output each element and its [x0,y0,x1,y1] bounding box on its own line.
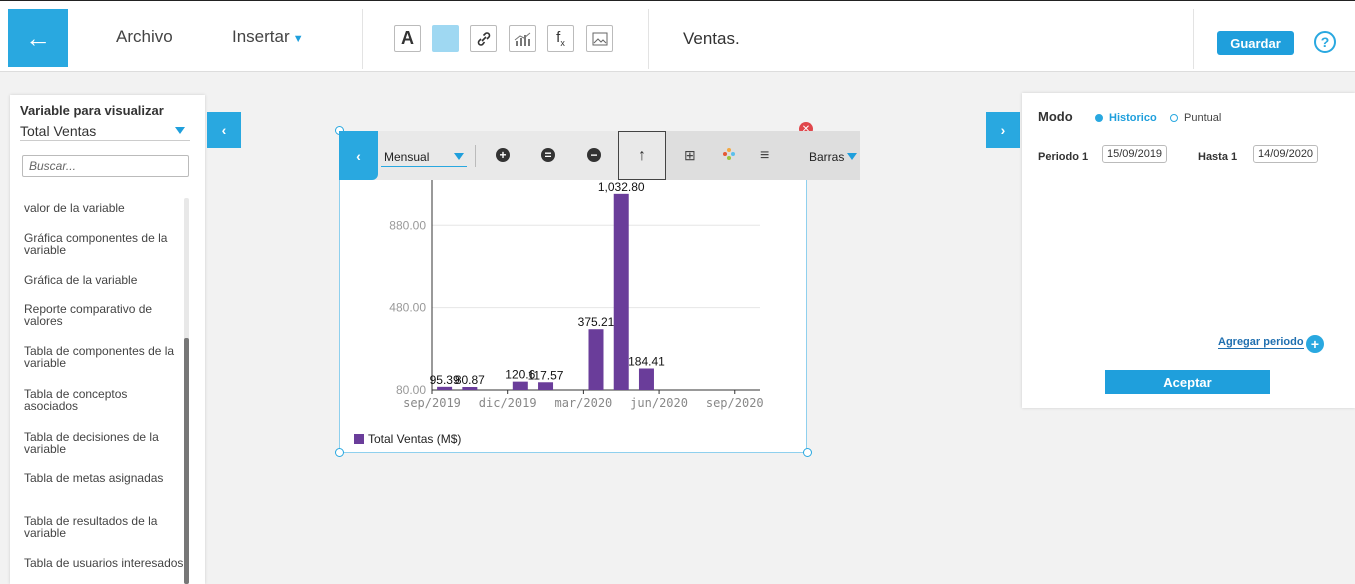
bar [638,368,654,390]
chart-tool-button[interactable] [509,25,536,52]
text-tool-button[interactable]: A [394,25,421,52]
panel-title: Variable para visualizar [20,103,164,118]
period-start-input[interactable]: 15/09/2019 [1102,145,1168,163]
divider [362,9,363,69]
list-item[interactable]: Tabla de metas asignadas [24,472,184,484]
chart-legend: Total Ventas (M$) [354,432,461,446]
list-item[interactable]: Tabla de conceptos asociados [24,388,184,412]
chevron-left-icon: ‹ [356,147,361,164]
image-icon [592,32,607,45]
caret-down-icon [847,153,857,160]
data-label: 375.21 [578,315,615,329]
radio-empty-icon [1170,114,1178,122]
plus-icon[interactable]: + [1306,335,1324,353]
y-tick-label: 80.00 [396,383,426,397]
period-select[interactable]: Mensual [384,150,464,164]
divider [648,9,649,69]
list-item[interactable]: Reporte comparativo de valores [24,303,184,327]
fx-icon: fx [556,29,565,48]
back-button[interactable]: ← [8,9,68,67]
caret-down-icon [454,153,464,160]
x-tick-label: sep/2020 [706,396,764,410]
legend-swatch [354,434,364,444]
menu-insertar[interactable]: Insertar ▼ [232,27,304,47]
y-tick-label: 480.00 [389,301,426,315]
bar-chart: 80.00480.00880.0095.3980.87 120.6117.5737… [389,180,764,410]
x-tick-label: jun/2020 [630,396,688,410]
resize-handle[interactable] [335,448,344,457]
to-label: Hasta 1 [1198,151,1238,163]
zoom-in-icon[interactable]: + [496,148,510,162]
link-icon [477,31,490,46]
menu-archivo[interactable]: Archivo [116,27,173,47]
bar [588,329,604,390]
legend-label: Total Ventas (M$) [368,432,462,446]
image-tool-button[interactable] [586,25,613,52]
list-item[interactable]: valor de la variable [24,202,184,214]
zoom-reset-icon[interactable]: = [541,148,555,162]
document-title: Ventas. [683,29,740,48]
bar [512,381,528,390]
x-tick-label: sep/2019 [403,396,461,410]
chevron-left-icon: ‹ [221,122,227,138]
period-label: Periodo 1 [1038,151,1089,163]
formula-tool-button[interactable]: fx [547,25,574,52]
color-tool-button[interactable] [432,25,459,52]
caret-down-icon: ▼ [289,33,304,45]
settings-panel: Modo Historico Puntual Periodo 1 15/09/2… [1022,93,1355,408]
palette-icon[interactable] [722,147,736,164]
data-label: 1,032.80 [598,180,645,194]
link-tool-button[interactable] [470,25,497,52]
list-item[interactable]: Tabla de usuarios interesados [24,557,184,569]
bar [538,382,554,390]
scrollbar-thumb[interactable] [184,338,189,584]
chart-type-select[interactable]: Barras [809,150,857,164]
arrow-up-icon: ↑ [638,146,646,164]
caret-down-icon [175,127,185,134]
divider [1193,9,1194,69]
divider [381,166,467,167]
top-bar: ← Archivo Insertar ▼ A fx Ventas. Guarda… [0,0,1355,72]
radio-puntual[interactable]: Puntual [1170,112,1221,124]
add-table-icon[interactable]: ⊞ [684,147,696,164]
list-item[interactable]: Tabla de componentes de la variable [24,345,184,369]
resize-handle[interactable] [803,448,812,457]
data-label: 117.57 [528,368,564,382]
collapse-left-button[interactable]: ‹ [207,112,241,148]
variable-select[interactable]: Total Ventas [20,123,190,141]
mode-label: Modo [1038,109,1073,124]
radio-historico[interactable]: Historico [1095,112,1157,124]
radio-selected-icon [1095,114,1103,122]
collapse-right-button[interactable]: › [986,112,1020,148]
period-end-input[interactable]: 14/09/2020 [1253,145,1319,163]
help-icon[interactable]: ? [1314,31,1336,53]
data-label: 80.87 [455,373,485,387]
x-tick-label: dic/2019 [479,396,537,410]
bar [613,193,629,390]
divider [475,145,476,167]
list-item[interactable]: Tabla de resultados de la variable [24,515,184,539]
list-item[interactable]: Tabla de decisiones de la variable [24,431,184,455]
accept-button[interactable]: Aceptar [1105,370,1270,394]
menu-icon[interactable]: ≡ [760,147,769,165]
x-tick-label: mar/2020 [554,396,612,410]
chart-icon [514,32,530,46]
bar [437,386,453,390]
zoom-out-icon[interactable]: − [587,148,601,162]
search-input[interactable]: Buscar... [22,155,189,177]
data-label: 184.41 [628,355,665,369]
add-period-link[interactable]: Agregar periodo [1218,336,1304,349]
variable-panel: Variable para visualizar Total Ventas Bu… [10,95,205,584]
arrow-left-icon: ← [25,22,51,53]
widget-toolbar: ‹ Mensual + = − ↑ ⊞ ≡ Barras [339,131,860,180]
list-item[interactable]: Gráfica de la variable [24,274,184,286]
save-button[interactable]: Guardar [1217,31,1294,55]
widget-back-button[interactable]: ‹ [339,131,378,180]
bar [462,387,478,390]
y-tick-label: 880.00 [389,218,426,232]
chevron-right-icon: › [1000,122,1006,138]
list-item[interactable]: Gráfica componentes de la variable [24,232,184,256]
export-button[interactable]: ↑ [618,131,666,180]
